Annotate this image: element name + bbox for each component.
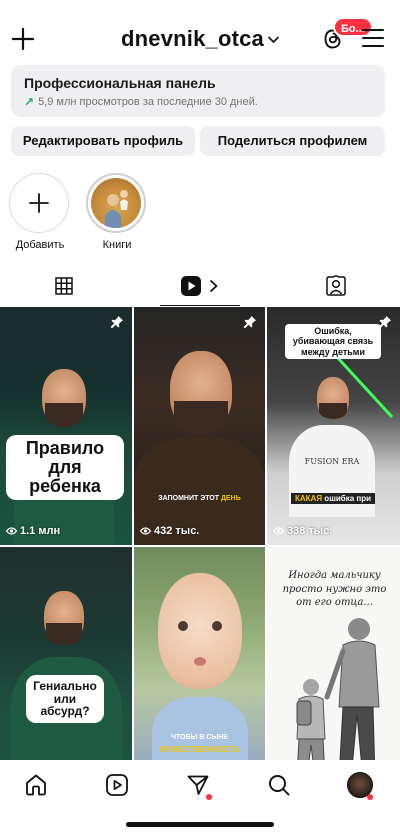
reels-icon [106, 774, 128, 796]
reel-tile[interactable]: ЧТОБЫ В СЫНЕ МУЖЕСТВЕННОСТЬ [134, 547, 265, 785]
reel-caption: Гениально или абсурд? [26, 675, 104, 723]
nav-search[interactable] [264, 770, 294, 800]
reel-views: 338 тыс. [273, 525, 332, 537]
pinned-icon [110, 316, 123, 329]
father-child-illustration [105, 190, 128, 228]
username-label: dnevnik_otca [120, 26, 264, 51]
chevron-down-icon [268, 36, 279, 43]
highlight-add-circle [9, 173, 69, 233]
menu-icon[interactable] [362, 28, 384, 48]
professional-dashboard[interactable]: Профессиональная панель ↗ 5,9 млн просмо… [11, 65, 385, 117]
search-icon [269, 775, 290, 796]
pro-panel-title: Профессиональная панель [24, 75, 216, 91]
tab-reels[interactable] [160, 266, 240, 306]
home-indicator [126, 822, 274, 827]
reel-caption-top: Ошибка, убивающая связь между детьми [285, 324, 381, 360]
reel-caption: ЧТОБЫ В СЫНЕ МУЖЕСТВЕННОСТЬ [159, 734, 240, 754]
reel-caption: ЗАПОМНИТ ЭТОТ ДЕНЬ [158, 495, 241, 502]
trend-up-icon: ↗ [24, 95, 35, 109]
reel-tile[interactable]: Правило для ребенка 1.1 млн [0, 307, 132, 545]
reel-tile[interactable]: ЗАПОМНИТ ЭТОТ ДЕНЬ 432 тыс. [134, 307, 265, 545]
nav-home[interactable] [21, 770, 51, 800]
share-profile-button[interactable]: Поделиться профилем [200, 126, 385, 156]
pro-panel-stats: 5,9 млн просмотров за последние 30 дней. [38, 96, 258, 108]
notification-dot [206, 794, 212, 800]
highlight-add[interactable]: Добавить [9, 173, 71, 251]
nav-direct[interactable] [183, 770, 213, 800]
chevron-right-icon [210, 279, 218, 292]
highlight-label: Добавить [15, 239, 65, 251]
highlight-label: Книги [102, 239, 132, 251]
eye-icon [273, 527, 284, 535]
grid-icon [55, 277, 73, 295]
reel-tile[interactable]: Гениально или абсурд? [0, 547, 132, 785]
highlight-books-circle [86, 173, 146, 233]
send-icon [187, 775, 209, 795]
bottom-navigation [0, 760, 400, 810]
tab-tagged[interactable] [272, 266, 400, 306]
nav-reels[interactable] [102, 770, 132, 800]
eye-icon [6, 527, 17, 535]
pro-panel-subtitle: ↗ 5,9 млн просмотров за последние 30 дне… [24, 95, 372, 109]
notification-dot [367, 794, 373, 800]
edit-profile-button[interactable]: Редактировать профиль [11, 126, 195, 156]
nav-profile[interactable] [345, 770, 375, 800]
reel-views: 1.1 млн [6, 525, 60, 537]
reel-caption: КАКАЯ ошибка при [291, 493, 376, 504]
highlight-books[interactable]: Книги [86, 173, 148, 251]
tab-grid[interactable] [0, 266, 128, 306]
highlight-cover-image [91, 178, 141, 228]
reel-tile[interactable]: Иногда мальчику просто нужно это от его … [267, 547, 400, 785]
eye-icon [140, 527, 151, 535]
reel-caption: Правило для ребенка [6, 435, 124, 500]
tagged-icon [326, 275, 346, 296]
home-icon [26, 774, 46, 796]
reel-views: 432 тыс. [140, 525, 199, 537]
plus-icon [29, 193, 49, 213]
profile-tabs [0, 266, 400, 306]
reels-icon [181, 275, 201, 296]
reel-tile[interactable]: FUSION ERA Ошибка, убивающая связь между… [267, 307, 400, 545]
shirt-print: FUSION ERA [304, 457, 360, 466]
pinned-icon [243, 316, 256, 329]
profile-header: dnevnik_otca Бо... [0, 0, 400, 62]
father-son-sketch [296, 618, 380, 780]
